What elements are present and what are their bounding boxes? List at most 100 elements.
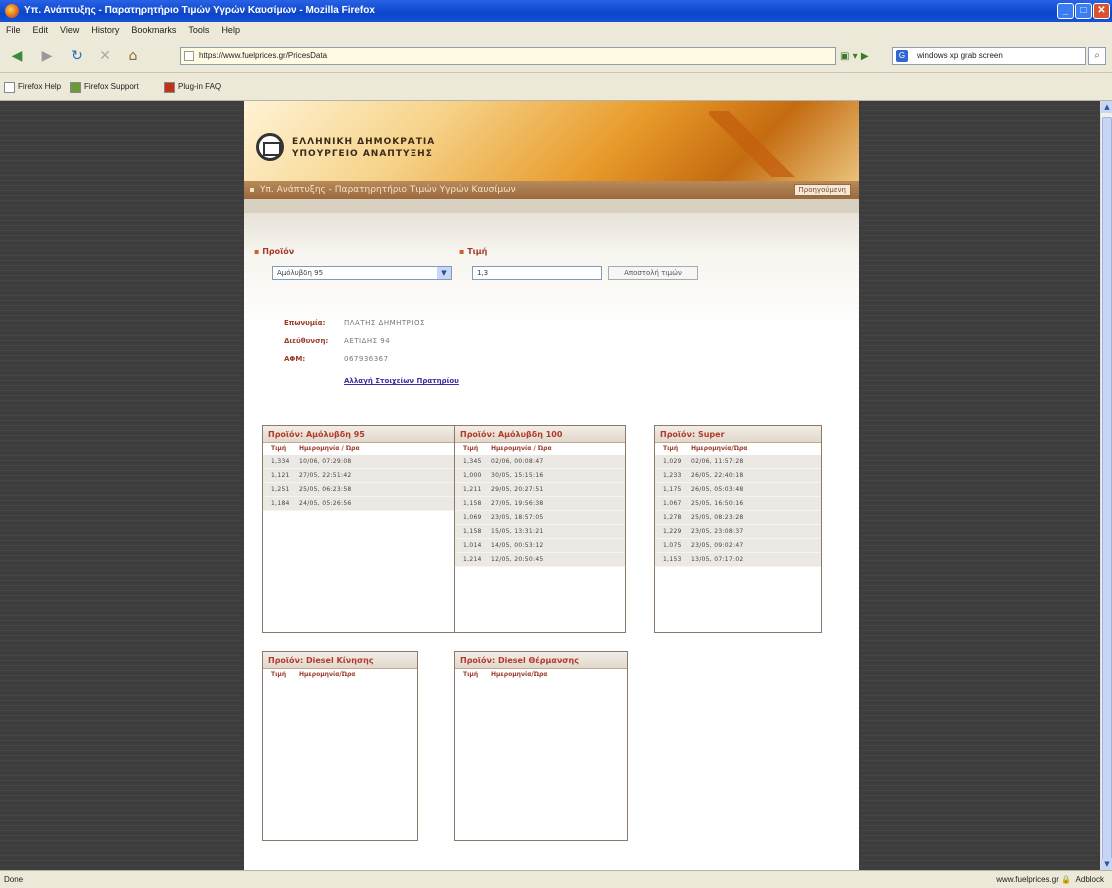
back-button[interactable]: ◀ — [6, 46, 28, 66]
bookmark-firefox-help[interactable]: Firefox Help — [4, 73, 61, 101]
station-afm-value: 067936367 — [344, 355, 389, 363]
page-icon — [184, 51, 194, 61]
menu-file[interactable]: File — [0, 22, 27, 39]
bookmark-firefox-support[interactable]: Firefox Support — [70, 73, 139, 101]
date-value: 13/05, 07:17:02 — [691, 556, 744, 563]
navigation-toolbar: ◀ ▶ ↻ ✕ ⌂ https://www.fuelprices.gr/Pric… — [0, 39, 1112, 73]
menu-bookmarks[interactable]: Bookmarks — [125, 22, 182, 39]
price-row: 1,158 15/05, 13:31:21 — [455, 525, 625, 539]
price-value: 1,000 — [463, 472, 482, 479]
price-input[interactable]: 1,3 — [472, 266, 602, 280]
price-row: 1,121 27/05, 22:51:42 — [263, 469, 455, 483]
price-label: Τιμή — [459, 247, 487, 256]
price-box-columns: Τιμή Ημερομηνία / Ώρα — [455, 443, 625, 455]
date-value: 12/05, 20:50:45 — [491, 556, 544, 563]
price-row: 1,069 23/05, 18:57:05 — [455, 511, 625, 525]
price-value: 1,251 — [271, 486, 290, 493]
adblock-status[interactable]: Adblock — [1076, 875, 1104, 884]
menu-bar: File Edit View History Bookmarks Tools Help — [0, 22, 1112, 39]
home-icon[interactable]: ⌂ — [122, 46, 144, 66]
price-value: 1,334 — [271, 458, 290, 465]
date-value: 10/06, 07:29:08 — [299, 458, 352, 465]
price-box: Προϊόν: Super Τιμή Ημερομηνία/Ώρα 1,029 02/0… — [654, 425, 822, 633]
status-text: Done — [4, 875, 24, 884]
date-value: 23/05, 23:08:37 — [691, 528, 744, 535]
bookmark-label: Firefox Support — [84, 82, 139, 91]
search-icon[interactable]: ⌕ — [1088, 47, 1106, 65]
date-value: 25/05, 16:50:16 — [691, 500, 744, 507]
status-right: www.fuelprices.gr 🔒 Adblock — [996, 871, 1104, 888]
price-box-title: Προϊόν: Αμόλυβδη 95 — [263, 426, 455, 443]
bookmark-label: Plug-in FAQ — [178, 82, 222, 91]
page-body: Προϊόν Αμόλυβδη 95 ▼ Τιμή 1,3 Αποστολή τ… — [244, 213, 859, 870]
coat-of-arms-icon — [256, 133, 284, 161]
scroll-thumb[interactable] — [1102, 117, 1112, 862]
search-input[interactable]: G windows xp grab screen — [892, 47, 1086, 65]
price-box-title: Προϊόν: Super — [655, 426, 821, 443]
change-station-link[interactable]: Αλλαγή Στοιχείων Πρατηρίου — [344, 377, 459, 385]
price-row: 1,334 10/06, 07:29:08 — [263, 455, 455, 469]
site-nav-title: Υπ. Ανάπτυξης - Παρατηρητήριο Τιμών Υγρώ… — [260, 185, 516, 195]
vertical-scrollbar[interactable]: ▲ ▼ — [1100, 101, 1112, 870]
price-value: 1,278 — [663, 514, 682, 521]
price-row: 1,153 13/05, 07:17:02 — [655, 553, 821, 567]
column-date: Ημερομηνία/Ώρα — [491, 671, 548, 678]
chevron-down-icon[interactable]: ▼ — [437, 267, 451, 279]
bookmark-plugin-faq[interactable]: Plug-in FAQ — [164, 73, 221, 101]
column-date: Ημερομηνία/Ώρα — [299, 671, 356, 678]
column-price: Τιμή — [463, 671, 479, 678]
product-select[interactable]: Αμόλυβδη 95 ▼ — [272, 266, 452, 280]
price-value: 1,345 — [463, 458, 482, 465]
divider-strip — [244, 199, 859, 213]
price-box-columns: Τιμή Ημερομηνία/Ώρα — [263, 669, 417, 681]
maximize-button[interactable]: □ — [1075, 3, 1092, 19]
page-icon — [4, 81, 15, 93]
date-value: 29/05, 20:27:51 — [491, 486, 544, 493]
search-engine-icon[interactable]: G — [896, 50, 908, 62]
menu-help[interactable]: Help — [215, 22, 246, 39]
price-box-columns: Τιμή Ημερομηνία/Ώρα — [455, 669, 627, 681]
reload-icon[interactable]: ↻ — [66, 46, 88, 66]
price-value: 1,229 — [663, 528, 682, 535]
date-value: 02/06, 00:08:47 — [491, 458, 544, 465]
plugin-icon — [164, 81, 175, 93]
previous-button[interactable]: Προηγούμενη — [793, 184, 851, 196]
date-value: 23/05, 18:57:05 — [491, 514, 544, 521]
menu-history[interactable]: History — [85, 22, 125, 39]
station-afm-label: ΑΦΜ: — [284, 355, 306, 363]
date-value: 26/05, 22:40:18 — [691, 472, 744, 479]
price-value: 1,121 — [271, 472, 290, 479]
price-value: 1,175 — [663, 486, 682, 493]
send-prices-button[interactable]: Αποστολή τιμών — [608, 266, 698, 280]
price-row: 1,029 02/06, 11:57:28 — [655, 455, 821, 469]
price-row: 1,211 29/05, 20:27:51 — [455, 483, 625, 497]
stop-icon[interactable]: ✕ — [94, 46, 116, 66]
price-value: 1,211 — [463, 486, 482, 493]
menu-edit[interactable]: Edit — [27, 22, 55, 39]
menu-view[interactable]: View — [54, 22, 85, 39]
scroll-up-icon[interactable]: ▲ — [1101, 101, 1112, 113]
price-value: 1,067 — [663, 500, 682, 507]
close-button[interactable]: ✕ — [1093, 3, 1110, 19]
minimize-button[interactable]: _ — [1057, 3, 1074, 19]
url-text: https://www.fuelprices.gr/PricesData — [199, 51, 328, 60]
product-selected: Αμόλυβδη 95 — [277, 269, 324, 277]
price-box: Προϊόν: Diesel Θέρμανσης Τιμή Ημερομηνία/Ώ… — [454, 651, 628, 841]
go-icon[interactable]: ▣ ▾ ▶ — [840, 51, 882, 65]
support-icon — [70, 81, 81, 93]
scroll-down-icon[interactable]: ▼ — [1101, 858, 1112, 870]
status-bar: Done www.fuelprices.gr 🔒 Adblock — [0, 870, 1112, 888]
search-text: windows xp grab screen — [917, 51, 1003, 60]
price-row: 1,158 27/05, 19:56:38 — [455, 497, 625, 511]
column-date: Ημερομηνία / Ώρα — [491, 445, 552, 452]
price-row: 1,067 25/05, 16:50:16 — [655, 497, 821, 511]
price-row: 1,184 24/05, 05:26:56 — [263, 497, 455, 511]
price-row: 1,175 26/05, 05:03:48 — [655, 483, 821, 497]
price-row: 1,014 14/05, 00:53:12 — [455, 539, 625, 553]
price-box-columns: Τιμή Ημερομηνία/Ώρα — [655, 443, 821, 455]
price-box-title: Προϊόν: Diesel Κίνησης — [263, 652, 417, 669]
url-bar[interactable]: https://www.fuelprices.gr/PricesData — [180, 47, 836, 65]
station-name-value: ΠΛΑΤΗΣ ΔΗΜΗΤΡΙΟΣ — [344, 319, 425, 327]
forward-button[interactable]: ▶ — [36, 46, 58, 66]
menu-tools[interactable]: Tools — [182, 22, 215, 39]
